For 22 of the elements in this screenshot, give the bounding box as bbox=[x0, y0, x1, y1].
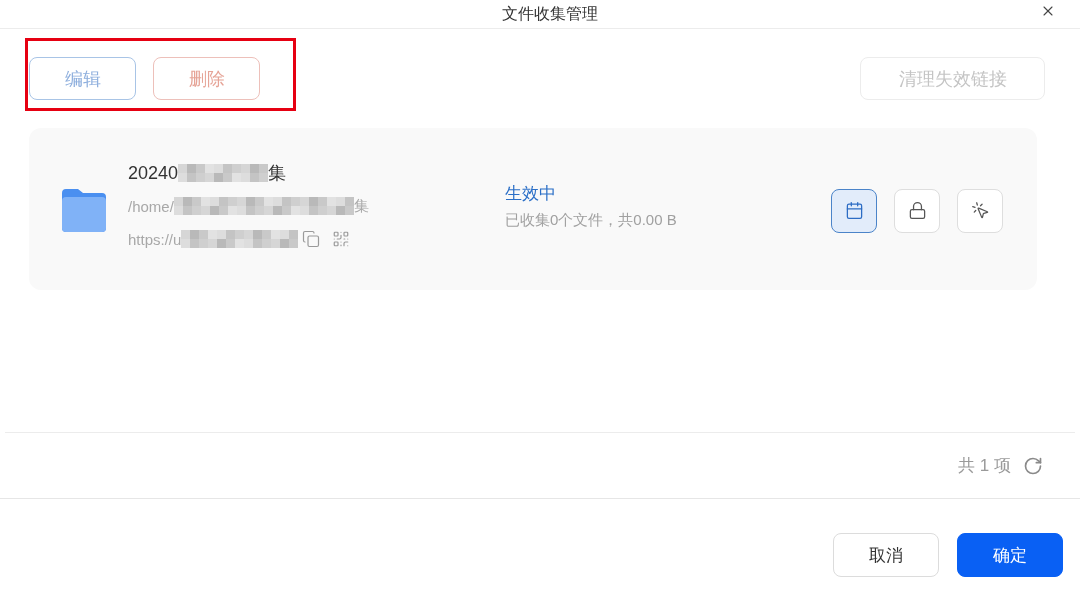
dialog-title: 文件收集管理 bbox=[501, 4, 599, 24]
collection-summary: 已收集0个文件，共0.00 B bbox=[505, 211, 677, 230]
calendar-button[interactable] bbox=[831, 188, 877, 233]
status-label: 生效中 bbox=[505, 183, 556, 205]
refresh-icon bbox=[1023, 455, 1043, 476]
folder-path-end: 集 bbox=[353, 196, 369, 216]
collection-name-end: 集 bbox=[268, 162, 287, 185]
confirm-button[interactable]: 确定 bbox=[957, 533, 1063, 577]
item-count: 共 1 项 bbox=[958, 455, 1011, 477]
copy-icon[interactable] bbox=[302, 230, 321, 248]
folder-path: /home/ bbox=[128, 197, 174, 215]
folder-icon bbox=[62, 189, 106, 232]
cursor-click-button[interactable] bbox=[957, 188, 1003, 233]
calendar-icon bbox=[844, 201, 864, 220]
lock-icon bbox=[907, 201, 927, 220]
cancel-button[interactable]: 取消 bbox=[833, 533, 939, 577]
cursor-click-icon bbox=[970, 201, 990, 220]
share-link[interactable]: https://u bbox=[128, 230, 182, 248]
collection-name: 20240 bbox=[128, 162, 179, 184]
refresh-button[interactable] bbox=[1023, 455, 1043, 476]
lock-button[interactable] bbox=[894, 188, 940, 233]
qr-code-icon[interactable] bbox=[332, 230, 351, 248]
